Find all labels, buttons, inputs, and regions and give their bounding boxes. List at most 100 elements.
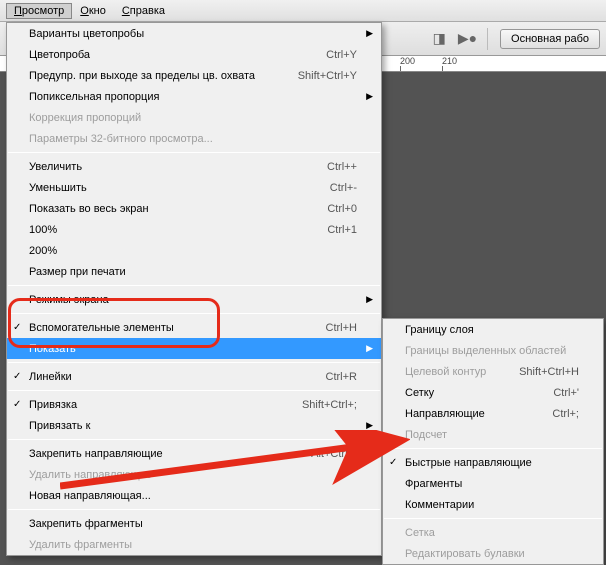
- camera-icon[interactable]: ▶●: [458, 30, 477, 47]
- dropdown-item[interactable]: Новая направляющая...: [7, 485, 381, 506]
- submenu-item[interactable]: Комментарии: [383, 494, 603, 515]
- menu-label: Закрепить фрагменты: [29, 518, 357, 530]
- menu-separator: [8, 390, 380, 391]
- dropdown-item[interactable]: Показать ▶: [7, 338, 381, 359]
- ruler-tick: 210: [442, 56, 457, 72]
- menu-label: Вспомогательные элементы: [29, 322, 306, 334]
- submenu-item: Сетка: [383, 522, 603, 543]
- menu-separator: [384, 448, 602, 449]
- menu-label: Уменьшить: [29, 182, 310, 194]
- menu-separator: [8, 509, 380, 510]
- menu-label: Сетка: [405, 527, 579, 539]
- menu-shortcut: Ctrl++: [327, 161, 357, 173]
- show-submenu: Границу слоя Границы выделенных областей Ц…: [382, 318, 604, 565]
- menu-shortcut: Ctrl+H: [326, 322, 357, 334]
- menu-shortcut: Shift+Ctrl+H: [519, 366, 579, 378]
- dropdown-item: Удалить направляющие: [7, 464, 381, 485]
- dropdown-item[interactable]: Закрепить направляющие Alt+Ctrl+;: [7, 443, 381, 464]
- check-icon: ✓: [13, 399, 21, 410]
- menu-label: Режимы экрана: [29, 294, 357, 306]
- submenu-item[interactable]: Фрагменты: [383, 473, 603, 494]
- workspace-button[interactable]: Основная рабо: [500, 29, 600, 49]
- menu-label: Комментарии: [405, 499, 579, 511]
- dropdown-item[interactable]: Режимы экрана▶: [7, 289, 381, 310]
- view-icon[interactable]: ◨: [433, 30, 446, 47]
- menu-label: Закрепить направляющие: [29, 448, 291, 460]
- dropdown-item[interactable]: Размер при печати: [7, 261, 381, 282]
- dropdown-item: Коррекция пропорций: [7, 107, 381, 128]
- dropdown-item[interactable]: Показать во весь экран Ctrl+0: [7, 198, 381, 219]
- menu-window[interactable]: Окно: [72, 3, 114, 19]
- dropdown-item[interactable]: ✓ Вспомогательные элементы Ctrl+H: [7, 317, 381, 338]
- menu-separator: [8, 152, 380, 153]
- menu-shortcut: Shift+Ctrl+;: [302, 399, 357, 411]
- submenu-item: Целевой контур Shift+Ctrl+H: [383, 361, 603, 382]
- dropdown-item[interactable]: Варианты цветопробы ▶: [7, 23, 381, 44]
- menu-view[interactable]: Просмотр: [6, 3, 72, 19]
- dropdown-item[interactable]: Закрепить фрагменты: [7, 513, 381, 534]
- menu-label: Линейки: [29, 371, 306, 383]
- menu-help[interactable]: Справка: [114, 3, 173, 19]
- dropdown-item[interactable]: Увеличить Ctrl++: [7, 156, 381, 177]
- menu-label: Размер при печати: [29, 266, 357, 278]
- menu-label: Привязка: [29, 399, 282, 411]
- menu-shortcut: Ctrl+': [553, 387, 579, 399]
- menu-label: Параметры 32-битного просмотра...: [29, 133, 357, 145]
- menu-separator: [8, 439, 380, 440]
- menu-shortcut: Alt+Ctrl+;: [311, 448, 357, 460]
- menu-label: Цветопроба: [29, 49, 306, 61]
- dropdown-item[interactable]: Попиксельная пропорция ▶: [7, 86, 381, 107]
- menu-label: Показать во весь экран: [29, 203, 307, 215]
- menu-label: Предупр. при выходе за пределы цв. охват…: [29, 70, 278, 82]
- dropdown-item[interactable]: ✓ Привязка Shift+Ctrl+;: [7, 394, 381, 415]
- dropdown-item[interactable]: Привязать к ▶: [7, 415, 381, 436]
- menu-label: Варианты цветопробы: [29, 28, 357, 40]
- menu-separator: [8, 313, 380, 314]
- menu-label: Показать: [29, 343, 357, 355]
- menu-shortcut: Ctrl+R: [326, 371, 357, 383]
- ruler-tick: 200: [400, 56, 415, 72]
- menu-label: Подсчет: [405, 429, 579, 441]
- submenu-item[interactable]: Границу слоя: [383, 319, 603, 340]
- menu-label: Увеличить: [29, 161, 307, 173]
- dropdown-item[interactable]: Предупр. при выходе за пределы цв. охват…: [7, 65, 381, 86]
- menu-label: Границы выделенных областей: [405, 345, 579, 357]
- menu-label: Направляющие: [405, 408, 532, 420]
- dropdown-item[interactable]: ✓ЛинейкиCtrl+R: [7, 366, 381, 387]
- dropdown-item[interactable]: 200%: [7, 240, 381, 261]
- submenu-arrow-icon: ▶: [366, 28, 373, 39]
- submenu-item[interactable]: Сетку Ctrl+': [383, 382, 603, 403]
- menu-label: Удалить направляющие: [29, 469, 357, 481]
- menu-separator: [384, 518, 602, 519]
- submenu-arrow-icon: ▶: [366, 91, 373, 102]
- dropdown-item: Удалить фрагменты: [7, 534, 381, 555]
- dropdown-item[interactable]: 100%Ctrl+1: [7, 219, 381, 240]
- submenu-arrow-icon: ▶: [366, 420, 373, 431]
- menu-separator: [8, 285, 380, 286]
- menu-separator: [8, 362, 380, 363]
- menu-shortcut: Ctrl+-: [330, 182, 357, 194]
- submenu-item: Редактировать булавки: [383, 543, 603, 564]
- menu-label: Сетку: [405, 387, 533, 399]
- check-icon: ✓: [13, 322, 21, 333]
- menu-shortcut: Ctrl+0: [327, 203, 357, 215]
- submenu-arrow-icon: ▶: [366, 343, 373, 354]
- separator: [487, 28, 488, 50]
- menu-label: Целевой контур: [405, 366, 499, 378]
- check-icon: ✓: [389, 457, 397, 468]
- submenu-item[interactable]: ✓Быстрые направляющие: [383, 452, 603, 473]
- dropdown-item[interactable]: Уменьшить Ctrl+-: [7, 177, 381, 198]
- submenu-item: Границы выделенных областей: [383, 340, 603, 361]
- submenu-item: Подсчет: [383, 424, 603, 445]
- menu-label: Фрагменты: [405, 478, 579, 490]
- submenu-item[interactable]: НаправляющиеCtrl+;: [383, 403, 603, 424]
- menu-label: Попиксельная пропорция: [29, 91, 357, 103]
- menu-label: Редактировать булавки: [405, 548, 579, 560]
- menu-shortcut: Shift+Ctrl+Y: [298, 70, 357, 82]
- menu-label: Привязать к: [29, 420, 357, 432]
- menu-label: 200%: [29, 245, 357, 257]
- menu-shortcut: Ctrl+Y: [326, 49, 357, 61]
- view-dropdown: Варианты цветопробы ▶ Цветопроба Ctrl+Y Пред…: [6, 22, 382, 556]
- dropdown-item[interactable]: Цветопроба Ctrl+Y: [7, 44, 381, 65]
- menubar: Просмотр Окно Справка: [0, 0, 606, 22]
